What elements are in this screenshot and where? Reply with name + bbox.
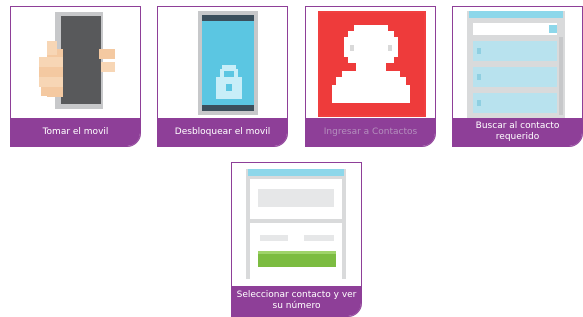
contact-person-icon xyxy=(318,11,426,117)
step-card-open-contacts: Ingresar a Contactos xyxy=(305,6,436,147)
step-card-take-phone: Tomar el movil xyxy=(10,6,141,147)
step-label: Ingresar a Contactos xyxy=(306,118,435,146)
contact-detail-icon xyxy=(246,169,346,279)
step-label: Buscar al contacto requerido xyxy=(453,118,582,146)
step-label: Desbloquear el movil xyxy=(158,118,287,146)
step-label: Tomar el movil xyxy=(11,118,140,146)
hand-holding-phone-icon xyxy=(39,12,115,109)
contact-list-icon xyxy=(467,11,565,119)
step-card-unlock-phone: Desbloquear el movil xyxy=(157,6,288,147)
step-card-search-contact: Buscar al contacto requerido xyxy=(452,6,583,147)
unlock-phone-icon xyxy=(198,11,258,115)
step-card-view-number: Seleccionar contacto y ver su número xyxy=(231,162,362,317)
